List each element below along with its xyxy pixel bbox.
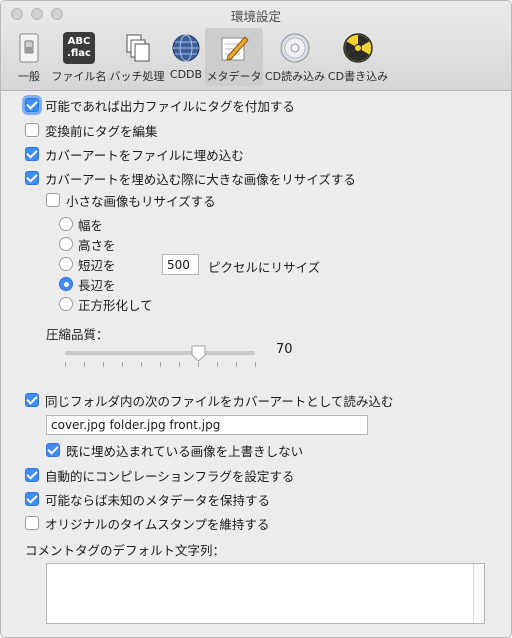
compression-slider-thumb[interactable] [191,345,206,362]
radio-width-label: 幅を [78,217,104,233]
radio-square-label: 正方形化して [78,297,153,313]
tab-batch[interactable]: バッチ処理 [109,28,165,86]
embed-cover-label: カバーアートをファイルに埋め込む [45,147,244,163]
no-overwrite-checkbox[interactable] [46,443,60,457]
title-bar: 環境設定 一般 ABC .flac ファイル名 バッチ処理 CDDB メタデータ… [1,1,511,91]
pencil-icon [217,31,251,65]
keep-timestamp-checkbox[interactable] [25,516,39,530]
comment-scrollbar[interactable] [473,564,484,623]
resize-small-checkbox[interactable] [46,193,60,207]
keep-metadata-option[interactable]: 可能ならば未知のメタデータを保持する [25,490,270,508]
radio-long-side-label: 長辺を [78,277,116,293]
tab-general-label: 一般 [18,70,40,83]
window-title: 環境設定 [230,9,281,24]
radio-short-side-button[interactable] [59,257,73,271]
tab-cd-rip[interactable]: CD読み込み [265,28,325,86]
radio-width[interactable]: 幅を [59,215,103,233]
compression-slider-track[interactable] [65,351,255,355]
radio-height-label: 高さを [78,237,116,253]
compilation-flag-option[interactable]: 自動的にコンピレーションフラグを設定する [25,466,294,484]
radio-width-button[interactable] [59,217,73,231]
tab-general[interactable]: 一般 [9,28,49,86]
keep-timestamp-label: オリジナルのタイムスタンプを維持する [45,516,270,532]
burn-icon [341,31,375,65]
no-overwrite-option[interactable]: 既に埋め込まれている画像を上書きしない [46,441,303,459]
edit-tags-label: 変換前にタグを編集 [45,123,158,139]
compilation-flag-label: 自動的にコンピレーションフラグを設定する [45,468,295,484]
tab-cd-burn-label: CD書き込み [327,70,389,83]
resize-small-option[interactable]: 小さな画像もリサイズする [46,191,216,209]
comment-textarea[interactable] [46,563,485,624]
embed-cover-option[interactable]: カバーアートをファイルに埋め込む [25,145,244,163]
switch-icon [12,31,46,65]
tab-metadata[interactable]: メタデータ [205,28,263,86]
write-tags-checkbox[interactable] [25,98,39,112]
slider-tick [141,362,142,367]
cover-filenames-input[interactable]: cover.jpg folder.jpg front.jpg [46,415,368,435]
slider-tick [255,362,256,367]
write-tags-option[interactable]: 可能であれば出力ファイルにタグを付加する [25,96,295,114]
no-overwrite-label: 既に埋め込まれている画像を上書きしない [66,443,304,459]
documents-icon [120,31,154,65]
resize-small-label: 小さな画像もリサイズする [66,193,216,209]
radio-height[interactable]: 高さを [59,235,116,253]
abc-flac-icon: ABC .flac [62,31,96,65]
tab-metadata-label: メタデータ [206,70,262,83]
radio-square-button[interactable] [59,297,73,311]
tab-batch-label: バッチ処理 [109,70,165,83]
keep-metadata-label: 可能ならば未知のメタデータを保持する [45,492,271,508]
compression-value: 70 [276,342,293,357]
cd-icon [278,31,312,65]
radio-short-side-label: 短辺を [78,257,116,273]
slider-tick [122,362,123,367]
slider-tick [179,362,180,367]
compression-label: 圧縮品質： [46,327,109,342]
keep-metadata-checkbox[interactable] [25,492,39,506]
load-cover-checkbox[interactable] [25,393,39,407]
comment-label: コメントタグのデフォルト文字列： [25,543,226,558]
tab-cddb[interactable]: CDDB [167,28,205,86]
resize-large-checkbox[interactable] [25,171,39,185]
radio-long-side-button[interactable] [59,277,73,291]
slider-tick [84,362,85,367]
keep-timestamp-option[interactable]: オリジナルのタイムスタンプを維持する [25,514,269,532]
pixel-suffix-label: ピクセルにリサイズ [208,260,321,275]
slider-tick [217,362,218,367]
slider-tick [65,362,66,367]
tab-filename-label: ファイル名 [51,70,107,83]
edit-tags-checkbox[interactable] [25,123,39,137]
preferences-window: 環境設定 一般 ABC .flac ファイル名 バッチ処理 CDDB メタデータ… [0,0,512,638]
write-tags-label: 可能であれば出力ファイルにタグを付加する [45,98,295,114]
load-cover-option[interactable]: 同じフォルダ内の次のファイルをカバーアートとして読み込む [25,391,393,409]
compilation-flag-checkbox[interactable] [25,468,39,482]
pixel-size-input[interactable]: 500 [162,254,199,275]
resize-large-label: カバーアートを埋め込む際に大きな画像をリサイズする [45,171,356,187]
tab-cd-rip-label: CD読み込み [264,70,326,83]
radio-square[interactable]: 正方形化して [59,295,153,313]
embed-cover-checkbox[interactable] [25,147,39,161]
edit-tags-option[interactable]: 変換前にタグを編集 [25,121,158,139]
tab-cd-burn[interactable]: CD書き込み [327,28,389,86]
slider-tick [236,362,237,367]
slider-tick [103,362,104,367]
slider-tick [160,362,161,367]
radio-short-side[interactable]: 短辺を [59,255,116,273]
tab-filename[interactable]: ABC .flac ファイル名 [51,28,107,86]
radio-height-button[interactable] [59,237,73,251]
resize-large-option[interactable]: カバーアートを埋め込む際に大きな画像をリサイズする [25,169,356,187]
load-cover-label: 同じフォルダ内の次のファイルをカバーアートとして読み込む [45,393,394,409]
radio-long-side[interactable]: 長辺を [59,275,116,293]
globe-icon [169,31,203,65]
tab-cddb-label: CDDB [169,68,203,81]
slider-tick [198,362,199,367]
